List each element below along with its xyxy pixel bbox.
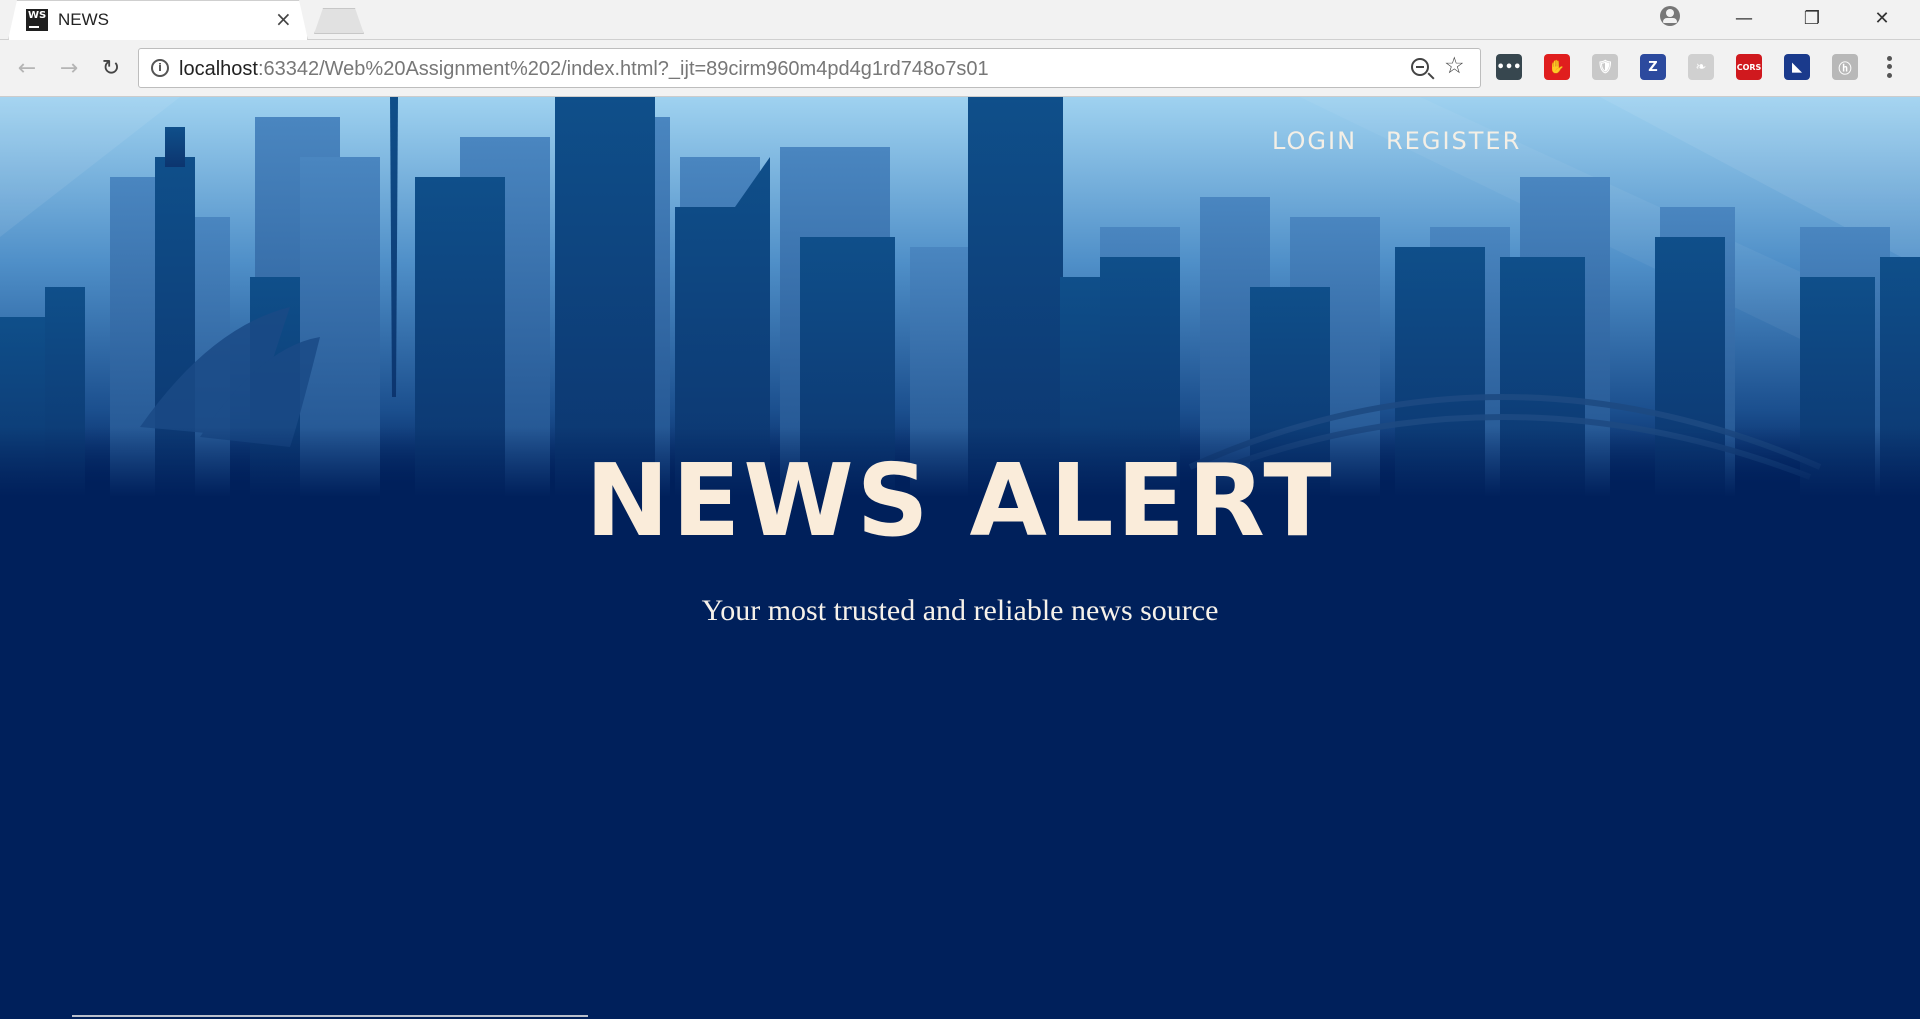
browser-chrome: WS NEWS × — ❐ ✕ ← → ↻ i localhost:63342/… <box>0 0 1920 97</box>
dots-extension-icon[interactable]: ••• <box>1496 54 1522 80</box>
profile-icon[interactable] <box>1660 6 1680 26</box>
graph-extension-icon[interactable]: ◣ <box>1784 54 1810 80</box>
back-arrow-icon[interactable]: ← <box>12 53 42 83</box>
browser-tab[interactable] <box>8 0 308 40</box>
url-text[interactable]: localhost:63342/Web%20Assignment%202/ind… <box>179 58 989 81</box>
browser-menu-icon[interactable] <box>1886 54 1892 80</box>
z-extension-icon[interactable]: Z <box>1640 54 1666 80</box>
bookmark-star-icon[interactable]: ☆ <box>1444 53 1465 79</box>
shield-extension-icon[interactable]: 🛡 <box>1592 54 1618 80</box>
feather-extension-icon[interactable]: ❧ <box>1688 54 1714 80</box>
minimize-button[interactable]: — <box>1714 0 1774 36</box>
url-path: :63342/Web%20Assignment%202/index.html?_… <box>257 58 989 80</box>
page-subtitle: Your most trusted and reliable news sour… <box>701 594 1219 627</box>
adblock-extension-icon[interactable]: ✋ <box>1544 54 1570 80</box>
tab-title: NEWS <box>58 10 109 29</box>
register-link[interactable]: REGISTER <box>1386 127 1521 155</box>
browser-toolbar: ← → ↻ i localhost:63342/Web%20Assignment… <box>0 40 1920 97</box>
hk-extension-icon[interactable]: ⓗ <box>1832 54 1858 80</box>
restore-button[interactable]: ❐ <box>1782 0 1842 36</box>
page-title: NEWS ALERT <box>585 442 1335 559</box>
tab-strip: WS NEWS × — ❐ ✕ <box>0 0 1920 40</box>
scroll-indicator <box>72 1015 588 1017</box>
webstorm-favicon-icon: WS <box>26 9 48 31</box>
zoom-icon[interactable] <box>1411 58 1429 76</box>
cors-extension-icon[interactable]: CORS <box>1736 54 1762 80</box>
forward-arrow-icon[interactable]: → <box>54 53 84 83</box>
login-link[interactable]: LOGIN <box>1272 127 1357 155</box>
url-host: localhost <box>179 58 258 80</box>
address-bar[interactable]: i localhost:63342/Web%20Assignment%202/i… <box>138 48 1481 88</box>
reload-icon[interactable]: ↻ <box>96 53 126 83</box>
close-window-button[interactable]: ✕ <box>1852 0 1912 36</box>
tab-close-icon[interactable]: × <box>275 7 292 31</box>
city-skyline-illustration <box>0 97 1920 497</box>
new-tab-button[interactable] <box>314 8 364 34</box>
hero-section: LOGIN REGISTER NEWS ALERT Your most trus… <box>0 97 1920 1019</box>
info-icon[interactable]: i <box>151 59 169 77</box>
